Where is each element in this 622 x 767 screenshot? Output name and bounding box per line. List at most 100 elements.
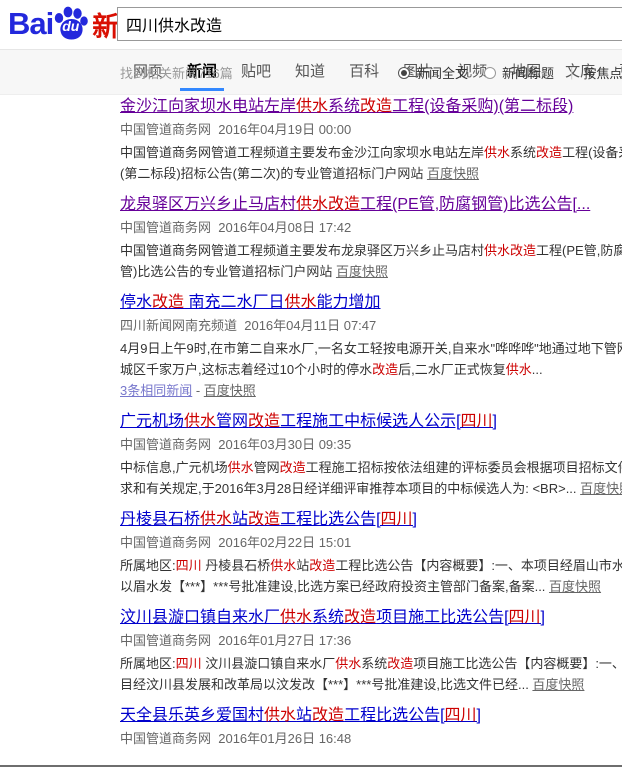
- radio-news-fulltext-label[interactable]: 新闻全文: [416, 63, 468, 82]
- text-segment: ]: [541, 609, 545, 626]
- text-segment: 站: [296, 558, 309, 573]
- text-segment: 供水: [270, 558, 296, 573]
- text-segment: 供水: [296, 98, 328, 115]
- radio-news-fulltext[interactable]: [398, 67, 410, 79]
- result-source: 四川新闻网南充频道: [120, 318, 237, 333]
- result-abstract: 所属地区:四川 丹棱县石桥供水站改造工程比选公告【内容概要】:一、本项目经眉山市…: [120, 555, 622, 597]
- result-source: 中国管道商务网: [120, 535, 211, 550]
- text-segment: 南充二水厂日: [184, 294, 284, 311]
- text-segment: 系统: [361, 656, 387, 671]
- text-segment: 改造: [387, 656, 413, 671]
- result-title-link[interactable]: 丹棱县石桥供水站改造工程比选公告[四川]: [120, 509, 417, 531]
- text-segment: 工程比选公告【内容概要】:一、本项目经眉山市水务局: [335, 558, 622, 573]
- result-source: 中国管道商务网: [120, 633, 211, 648]
- sort-by-focus-link[interactable]: 按焦点排序: [583, 63, 622, 82]
- radio-news-title-label[interactable]: 新闻标题: [502, 63, 554, 82]
- text-segment: 改造: [344, 609, 376, 626]
- result-source: 中国管道商务网: [120, 437, 211, 452]
- result-source-line: 中国管道商务网 2016年02月22日 15:01: [120, 533, 622, 553]
- result-title-link[interactable]: 汶川县漩口镇自来水厂供水系统改造项目施工比选公告[四川]: [120, 607, 545, 629]
- text-segment: 所属地区:: [120, 656, 176, 671]
- text-segment: 供水改造: [484, 243, 536, 258]
- text-segment: 工程(PE管,防腐钢: [536, 243, 622, 258]
- text-segment: 所属地区:: [120, 558, 176, 573]
- text-segment: 项目施工比选公告[: [376, 609, 508, 626]
- text-segment: 中国管道商务网管道工程频道主要发布金沙江向家坝水电站左岸: [120, 145, 484, 160]
- result-item: 龙泉驿区万兴乡止马店村供水改造工程(PE管,防腐钢管)比选公告[... 中国管道商…: [120, 194, 622, 282]
- text-segment: 系统: [328, 98, 360, 115]
- baidu-cache-link[interactable]: 百度快照: [580, 481, 622, 496]
- baidu-cache-link[interactable]: 百度快照: [532, 677, 584, 692]
- result-item: 广元机场供水管网改造工程施工中标候选人公示[四川] 中国管道商务网 2016年03…: [120, 411, 622, 499]
- baidu-news-results-page: Bai du 新闻 网页新闻贴吧知道百科图片视频地图文库更多: [0, 0, 622, 767]
- text-segment: ...: [532, 362, 543, 377]
- result-source: 中国管道商务网: [120, 220, 211, 235]
- text-segment: 改造: [248, 511, 280, 528]
- text-segment: 四川: [176, 656, 202, 671]
- text-segment: 汶川县漩口镇自来水厂: [202, 656, 336, 671]
- text-segment: ]: [477, 707, 481, 724]
- text-segment: 改造: [360, 98, 392, 115]
- text-segment: 能力增加: [317, 294, 381, 311]
- text-segment: 工程施工中标候选人公示[: [280, 413, 460, 430]
- result-date: 2016年04月11日 07:47: [237, 318, 376, 333]
- baidu-cache-link[interactable]: 百度快照: [204, 383, 256, 398]
- text-segment: 金沙江向家坝水电站左岸: [120, 98, 296, 115]
- text-segment: 以眉水发【***】***号批准建设,比选方案已经政府投资主管部门备案,备案...: [120, 579, 549, 594]
- result-date: 2016年01月26日 16:48: [211, 731, 351, 746]
- text-segment: 改造: [280, 460, 306, 475]
- result-abstract: 中国管道商务网管道工程频道主要发布龙泉驿区万兴乡止马店村供水改造工程(PE管,防…: [120, 240, 622, 282]
- text-segment: 改造: [248, 413, 280, 430]
- result-source: 中国管道商务网: [120, 122, 211, 137]
- results: 金沙江向家坝水电站左岸供水系统改造工程(设备采购)(第二标段)中国管道商务网 2…: [120, 96, 622, 749]
- baidu-cache-link[interactable]: 百度快照: [549, 579, 601, 594]
- result-item: 停水改造 南充二水厂日供水能力增加四川新闻网南充频道 2016年04月11日 0…: [120, 292, 622, 401]
- search-input[interactable]: [117, 7, 622, 41]
- baidu-cache-link[interactable]: 百度快照: [336, 264, 388, 279]
- result-title-link[interactable]: 停水改造 南充二水厂日供水能力增加: [120, 292, 381, 314]
- text-segment: 天全县乐英乡爱国村: [120, 707, 264, 724]
- result-source-line: 中国管道商务网 2016年01月27日 17:36: [120, 631, 622, 651]
- result-abstract: 中国管道商务网管道工程频道主要发布金沙江向家坝水电站左岸供水系统改造工程(设备采…: [120, 142, 622, 184]
- text-segment: 后,二水厂正式恢复: [398, 362, 506, 377]
- radio-news-title[interactable]: [484, 67, 496, 79]
- text-segment: 丹棱县石桥: [202, 558, 271, 573]
- text-segment: 供水改造: [296, 196, 360, 213]
- result-abstract: 4月9日上午9时,在市第二自来水厂,一名女工轻按电源开关,自来水"哗哗哗"地通过…: [120, 338, 622, 401]
- text-segment: 丹棱县石桥: [120, 511, 200, 528]
- result-title-link[interactable]: 广元机场供水管网改造工程施工中标候选人公示[四川]: [120, 411, 497, 433]
- result-title-link[interactable]: 龙泉驿区万兴乡止马店村供水改造工程(PE管,防腐钢管)比选公告[...: [120, 194, 590, 216]
- text-segment: (第二标段)招标公告(第二次)的专业管道招标门户网站: [120, 166, 427, 181]
- text-segment: 四川: [461, 413, 493, 430]
- text-segment: 工程比选公告[: [344, 707, 444, 724]
- text-segment: 供水: [484, 145, 510, 160]
- same-news-link[interactable]: 3条相同新闻: [120, 383, 192, 398]
- result-count: 找到相关新闻716篇: [120, 63, 233, 82]
- text-segment: 工程(设备采购): [562, 145, 622, 160]
- text-segment: 汶川县漩口镇自来水厂: [120, 609, 280, 626]
- text-segment: 供水: [280, 609, 312, 626]
- text-segment: 广元机场: [120, 413, 184, 430]
- result-source-line: 中国管道商务网 2016年04月19日 00:00: [120, 120, 622, 140]
- text-segment: 改造: [152, 294, 184, 311]
- header: Bai du 新闻: [0, 0, 622, 49]
- result-abstract: 中标信息,广元机场供水管网改造工程施工招标按依法组建的评标委员会根据项目招标文件…: [120, 457, 622, 499]
- result-title-link[interactable]: 金沙江向家坝水电站左岸供水系统改造工程(设备采购)(第二标段): [120, 96, 573, 118]
- baidu-cache-link[interactable]: 百度快照: [427, 166, 479, 181]
- text-segment: 停水: [120, 294, 152, 311]
- logo-text-bai: Bai: [8, 6, 53, 42]
- baidu-paw-icon: du: [51, 4, 91, 44]
- result-meta-bar: 找到相关新闻716篇 新闻全文 新闻标题 | 按焦点排序: [0, 49, 622, 96]
- text-segment: 系统: [312, 609, 344, 626]
- result-date: 2016年01月27日 17:36: [211, 633, 351, 648]
- result-date: 2016年02月22日 15:01: [211, 535, 351, 550]
- result-date: 2016年03月30日 09:35: [211, 437, 351, 452]
- options-divider: |: [570, 65, 573, 80]
- text-segment: 目经汶川县发展和改革局以汶发改【***】***号批准建设,比选文件已经...: [120, 677, 532, 692]
- result-title-link[interactable]: 天全县乐英乡爱国村供水站改造工程比选公告[四川]: [120, 705, 481, 727]
- text-segment: 改造: [536, 145, 562, 160]
- text-segment: 供水: [200, 511, 232, 528]
- result-source-line: 四川新闻网南充频道 2016年04月11日 07:47: [120, 316, 622, 336]
- result-source: 中国管道商务网: [120, 731, 211, 746]
- text-segment: 改造: [309, 558, 335, 573]
